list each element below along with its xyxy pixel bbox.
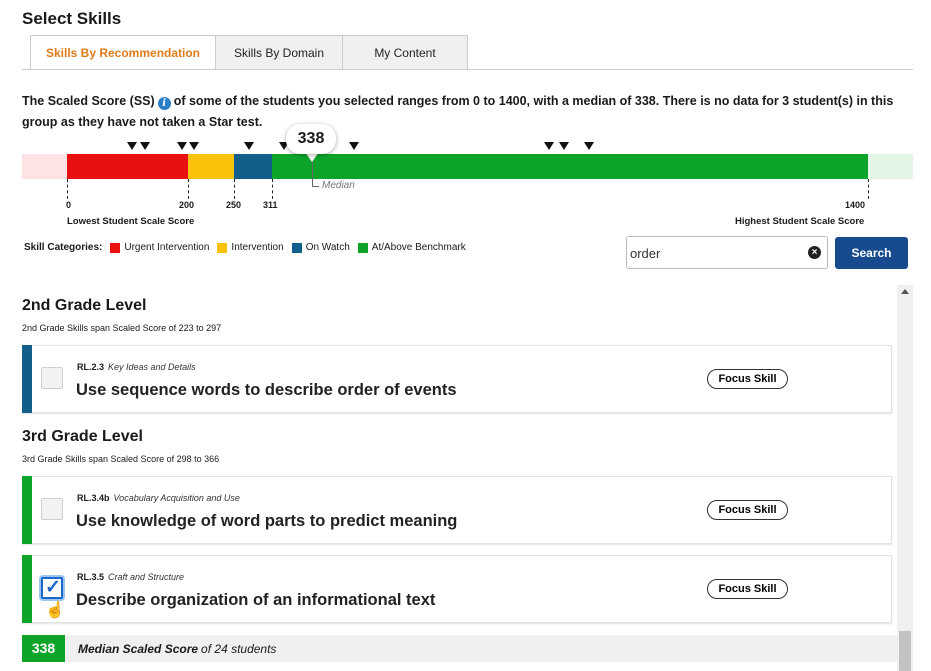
scale-segment-at-above-benchmark <box>272 154 868 179</box>
skill-card: RL.2.3 Key Ideas and Details Use sequence… <box>22 345 892 413</box>
tab-bar: Skills By Recommendation Skills By Domai… <box>30 35 468 70</box>
skill-name: Use sequence words to describe order of … <box>76 381 457 399</box>
student-marker-icon[interactable] <box>349 142 359 150</box>
search-input[interactable] <box>630 243 800 263</box>
legend-title: Skill Categories: <box>24 242 103 253</box>
focus-skill-button[interactable]: Focus Skill <box>707 579 788 599</box>
student-marker-icon[interactable] <box>189 142 199 150</box>
legend-item-on-watch: On Watch <box>291 242 350 253</box>
legend-item-urgent: Urgent Intervention <box>110 242 209 253</box>
legend-label: Intervention <box>231 242 284 253</box>
scroll-thumb[interactable] <box>899 631 911 671</box>
skill-code: RL.3.4b Vocabulary Acquisition and Use <box>77 493 240 503</box>
legend-swatch <box>110 242 121 253</box>
skill-standard: RL.2.3 <box>77 362 105 372</box>
focus-skill-button[interactable]: Focus Skill <box>707 500 788 520</box>
median-score-suffix: of 24 students <box>201 642 277 656</box>
search-box: × <box>626 236 828 269</box>
student-marker-icon[interactable] <box>177 142 187 150</box>
median-hook <box>312 186 319 187</box>
skill-domain: Vocabulary Acquisition and Use <box>113 493 240 503</box>
tick-line-200 <box>188 179 189 199</box>
skill-categories-legend: Skill Categories: Urgent Intervention In… <box>24 242 474 253</box>
scale-below-range <box>22 154 67 179</box>
summary-prefix: The Scaled Score (SS) <box>22 94 155 108</box>
hand-cursor-icon: ☝ <box>45 602 65 619</box>
student-marker-icon[interactable] <box>544 142 554 150</box>
legend-label: On Watch <box>305 242 350 253</box>
tick-label-0: 0 <box>66 200 72 210</box>
student-marker-icon[interactable] <box>140 142 150 150</box>
tick-line-1400 <box>868 179 869 199</box>
grade-subtitle: 3rd Grade Skills span Scaled Score of 29… <box>22 454 220 464</box>
grade-title: 3rd Grade Level <box>22 428 143 445</box>
tick-line-250 <box>234 179 235 199</box>
student-marker-icon[interactable] <box>127 142 137 150</box>
tab-skills-by-domain[interactable]: Skills By Domain <box>215 35 343 70</box>
check-icon: ✓ <box>45 577 61 598</box>
focus-skill-button[interactable]: Focus Skill <box>707 369 788 389</box>
search-button[interactable]: Search <box>835 237 908 269</box>
category-stripe <box>22 476 32 544</box>
median-line <box>312 162 313 186</box>
skill-name: Use knowledge of word parts to predict m… <box>76 512 458 530</box>
legend-swatch <box>357 242 368 253</box>
median-scaled-score-row: 338 Median Scaled Score of 24 students <box>22 635 897 662</box>
skill-card: ✓ ☝ RL.3.5 Craft and Structure Describe o… <box>22 555 892 623</box>
scale-segment-urgent-intervention <box>67 154 188 179</box>
median-score-badge: 338 <box>22 635 65 662</box>
tick-label-311: 311 <box>263 200 278 210</box>
lowest-score-label: Lowest Student Scale Score <box>67 216 195 227</box>
select-skills-page: Select Skills Skills By Recommendation S… <box>0 0 931 671</box>
skill-domain: Craft and Structure <box>108 572 185 582</box>
page-title: Select Skills <box>22 9 122 28</box>
median-bubble: 338 <box>286 124 336 154</box>
category-stripe <box>22 555 32 623</box>
legend-item-benchmark: At/Above Benchmark <box>357 242 466 253</box>
tick-line-0 <box>67 179 68 199</box>
info-icon[interactable]: i <box>157 97 171 110</box>
skill-name: Describe organization of an informationa… <box>76 591 436 609</box>
skill-code: RL.3.5 Craft and Structure <box>77 572 184 582</box>
tick-label-200: 200 <box>179 200 195 210</box>
legend-label: At/Above Benchmark <box>371 242 466 253</box>
median-score-text: Median Scaled Score of 24 students <box>78 642 276 656</box>
legend-label: Urgent Intervention <box>124 242 210 253</box>
grade-subtitle: 2nd Grade Skills span Scaled Score of 22… <box>22 323 222 333</box>
legend-item-intervention: Intervention <box>217 242 284 253</box>
skill-standard: RL.3.5 <box>77 572 105 582</box>
student-marker-icon[interactable] <box>559 142 569 150</box>
skill-standard: RL.3.4b <box>77 493 110 503</box>
scaled-score-bar <box>67 154 868 179</box>
tab-my-content[interactable]: My Content <box>342 35 468 70</box>
legend-swatch <box>291 242 302 253</box>
scale-above-range <box>868 154 913 179</box>
highest-score-label: Highest Student Scale Score <box>735 216 865 227</box>
skill-checkbox[interactable] <box>41 498 63 520</box>
grade-title: 2nd Grade Level <box>22 297 147 314</box>
category-stripe <box>22 345 32 413</box>
scale-segment-on-watch <box>234 154 272 179</box>
scroll-up-arrow-icon[interactable] <box>901 289 909 294</box>
scale-segment-intervention <box>188 154 234 179</box>
tick-line-311 <box>272 179 273 199</box>
legend-swatch <box>217 242 228 253</box>
skill-card: RL.3.4b Vocabulary Acquisition and Use Us… <box>22 476 892 544</box>
skill-code: RL.2.3 Key Ideas and Details <box>77 362 196 372</box>
list-scrollbar[interactable] <box>897 285 913 671</box>
student-marker-icon[interactable] <box>584 142 594 150</box>
median-label: Median <box>322 180 355 191</box>
tab-divider <box>22 69 913 70</box>
clear-search-icon[interactable]: × <box>808 246 821 259</box>
tick-label-250: 250 <box>226 200 242 210</box>
skill-domain: Key Ideas and Details <box>108 362 196 372</box>
tick-label-1400: 1400 <box>845 200 866 210</box>
tab-skills-by-recommendation[interactable]: Skills By Recommendation <box>30 35 216 70</box>
skill-checkbox-checked[interactable]: ✓ <box>41 577 63 599</box>
score-summary: The Scaled Score (SS) i of some of the stu… <box>22 91 912 133</box>
skill-list: 2nd Grade Level 2nd Grade Skills span Sc… <box>22 285 897 671</box>
skill-checkbox[interactable] <box>41 367 63 389</box>
student-marker-icon[interactable] <box>244 142 254 150</box>
median-score-label: Median Scaled Score <box>78 642 199 656</box>
